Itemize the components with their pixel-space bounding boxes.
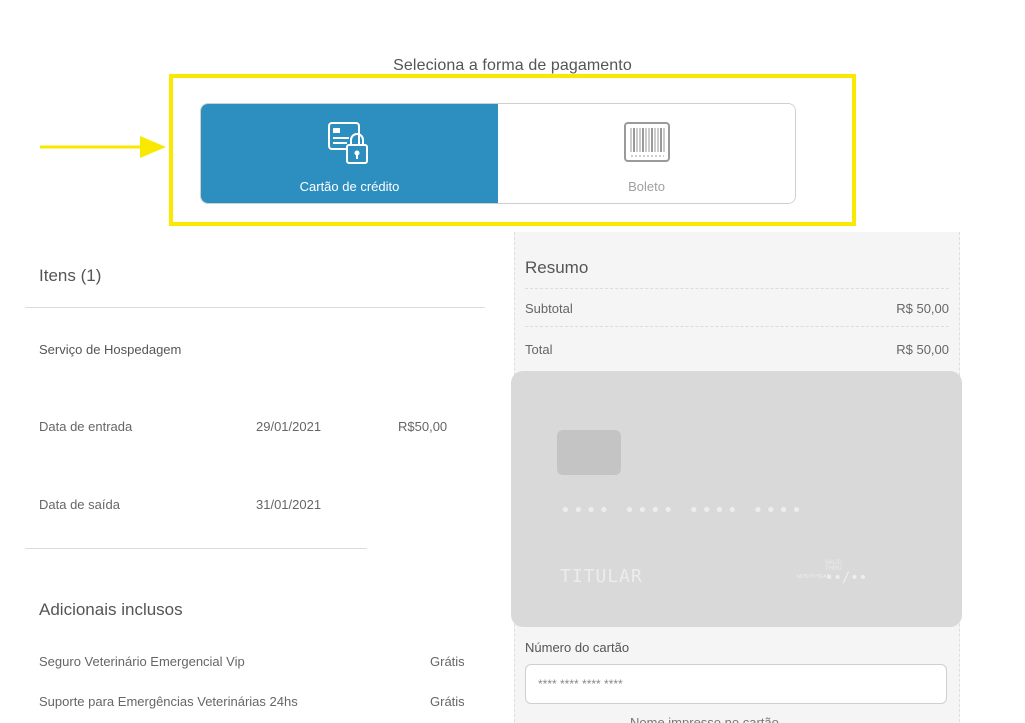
summary-title: Resumo [525, 258, 589, 277]
checkout-date: 31/01/2021 [256, 497, 322, 512]
cardholder-name-label: Nome impresso no cartão [630, 715, 779, 723]
option-boleto[interactable]: Boleto [498, 104, 795, 203]
option-boleto-label: Boleto [628, 179, 665, 194]
checkin-date: 29/01/2021 [256, 419, 322, 434]
card-number-input[interactable] [525, 664, 947, 704]
subtotal-value: R$ 50,00 [896, 301, 949, 316]
total-value: R$ 50,00 [896, 342, 949, 357]
card-chip-icon [557, 430, 621, 475]
service-name: Serviço de Hospedagem [39, 342, 182, 357]
extras-title: Adicionais inclusos [39, 600, 183, 619]
extra-item-price: Grátis [430, 694, 465, 709]
subtotal-label: Subtotal [525, 301, 573, 316]
extra-item-name: Seguro Veterinário Emergencial Vip [39, 654, 245, 669]
card-preview-number: •••• •••• •••• •••• [560, 500, 804, 521]
checkin-label: Data de entrada [39, 419, 133, 434]
items-title: Itens (1) [39, 266, 102, 285]
extra-item-price: Grátis [430, 654, 465, 669]
summary-divider [525, 288, 949, 289]
option-credit-card[interactable]: Cartão de crédito [201, 104, 498, 203]
card-number-label: Número do cartão [525, 640, 630, 655]
barcode-icon [623, 122, 670, 162]
card-preview-holder: TITULAR [560, 566, 643, 587]
payment-method-toggle: Cartão de crédito Boleto [200, 103, 796, 204]
total-label: Total [525, 342, 553, 357]
card-preview [511, 371, 962, 627]
service-price: R$50,00 [398, 419, 448, 434]
credit-card-lock-icon [327, 122, 368, 164]
checkout-label: Data de saída [39, 497, 120, 512]
divider [25, 548, 367, 549]
summary-divider [525, 326, 949, 327]
arrow-right-icon [40, 136, 166, 158]
card-preview-expiry: ••/•• [825, 570, 868, 586]
divider [25, 307, 485, 308]
extra-item-name: Suporte para Emergências Veterinárias 24… [39, 694, 298, 709]
option-credit-card-label: Cartão de crédito [299, 179, 400, 194]
